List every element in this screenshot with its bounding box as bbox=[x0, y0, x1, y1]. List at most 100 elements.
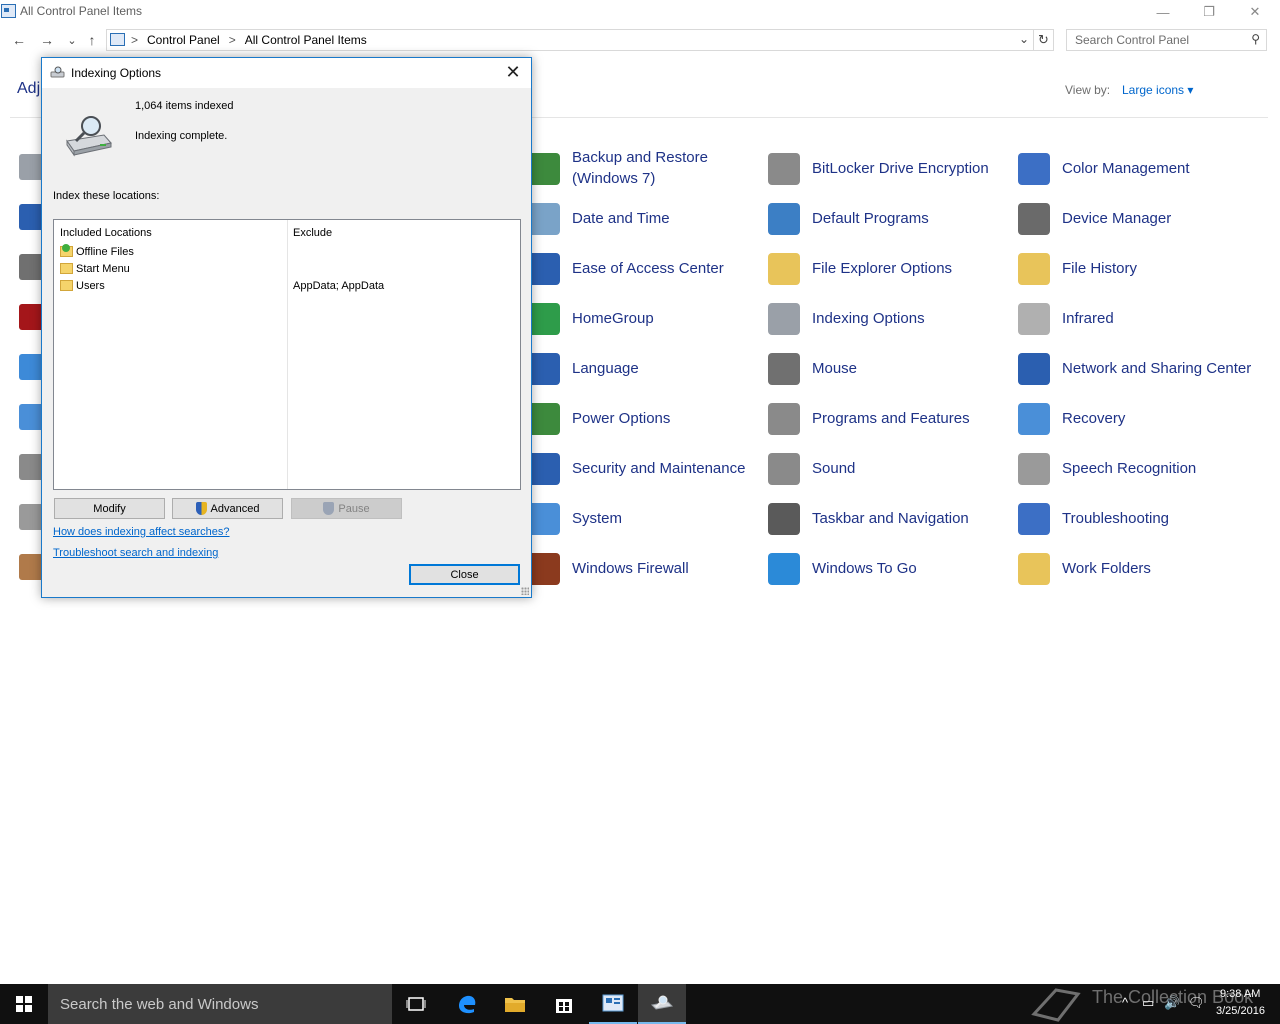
store-taskbar-button[interactable] bbox=[540, 984, 588, 1024]
indexing-options-taskbar-button[interactable] bbox=[638, 984, 686, 1024]
cp-item-power-options[interactable]: Power Options bbox=[528, 395, 768, 441]
action-center-icon[interactable]: 🗨 bbox=[1188, 995, 1205, 1011]
homegroup-icon bbox=[528, 303, 560, 335]
refresh-button[interactable]: ↻ bbox=[1034, 29, 1054, 51]
folder-icon bbox=[60, 280, 73, 291]
location-name: Users bbox=[76, 280, 105, 292]
restore-button[interactable]: ❐ bbox=[1186, 0, 1232, 24]
indexing-options-icon bbox=[50, 66, 65, 78]
clock-time[interactable]: 9:38 AM bbox=[1220, 988, 1260, 1000]
control-panel-icon bbox=[1, 4, 16, 18]
view-by-dropdown[interactable]: Large icons ▾ bbox=[1122, 83, 1193, 97]
location-exclude: AppData; AppData bbox=[293, 280, 385, 292]
column-header-included[interactable]: Included Locations bbox=[60, 227, 152, 239]
cp-item-backup-restore[interactable]: Backup and Restore (Windows 7) bbox=[528, 145, 768, 191]
control-panel-taskbar-button[interactable] bbox=[589, 984, 637, 1024]
file-history-icon bbox=[1018, 253, 1050, 285]
how-indexing-affects-link[interactable]: How does indexing affect searches? bbox=[53, 526, 230, 538]
list-item[interactable]: Users AppData; AppData bbox=[60, 278, 520, 295]
cp-item-language[interactable]: Language bbox=[528, 345, 768, 391]
task-view-button[interactable] bbox=[392, 984, 440, 1024]
cp-item-network-sharing[interactable]: Network and Sharing Center bbox=[1018, 345, 1258, 391]
cp-item-taskbar-navigation[interactable]: Taskbar and Navigation bbox=[768, 495, 1008, 541]
indexing-options-dialog: Indexing Options ✕ 1,064 items indexed I… bbox=[41, 57, 532, 598]
network-icon[interactable]: ▭ bbox=[1142, 995, 1154, 1011]
recovery-icon bbox=[1018, 403, 1050, 435]
close-button[interactable]: Close bbox=[409, 564, 520, 585]
cp-item-speech-recognition[interactable]: Speech Recognition bbox=[1018, 445, 1258, 491]
cp-item-bitlocker[interactable]: BitLocker Drive Encryption bbox=[768, 145, 1008, 191]
taskbar-navigation-icon bbox=[768, 503, 800, 535]
cp-item-infrared[interactable]: Infrared bbox=[1018, 295, 1258, 341]
cp-item-security-maintenance[interactable]: Security and Maintenance bbox=[528, 445, 768, 491]
pause-label: Pause bbox=[338, 502, 370, 515]
modify-button[interactable]: Modify bbox=[54, 498, 165, 519]
address-separator[interactable]: > bbox=[229, 32, 236, 48]
forward-button[interactable]: → bbox=[37, 31, 57, 49]
cp-item-color-management[interactable]: Color Management bbox=[1018, 145, 1258, 191]
cp-item-mouse[interactable]: Mouse bbox=[768, 345, 1008, 391]
cp-item-label: HomeGroup bbox=[572, 309, 654, 327]
cp-item-device-manager[interactable]: Device Manager bbox=[1018, 195, 1258, 241]
list-item[interactable]: Start Menu bbox=[60, 261, 520, 278]
address-dropdown-button[interactable]: ⌄ bbox=[1019, 32, 1029, 46]
cp-item-indexing-options[interactable]: Indexing Options bbox=[768, 295, 1008, 341]
cp-item-work-folders[interactable]: Work Folders bbox=[1018, 545, 1258, 591]
cp-item-recovery[interactable]: Recovery bbox=[1018, 395, 1258, 441]
items-indexed-count: 1,064 items indexed bbox=[135, 100, 234, 112]
troubleshoot-link[interactable]: Troubleshoot search and indexing bbox=[53, 547, 218, 559]
address-bar[interactable]: > Control Panel > All Control Panel Item… bbox=[106, 29, 1034, 51]
cp-item-programs-features[interactable]: Programs and Features bbox=[768, 395, 1008, 441]
search-input[interactable]: Search Control Panel ⚲ bbox=[1066, 29, 1267, 51]
search-placeholder: Search Control Panel bbox=[1075, 33, 1190, 47]
file-explorer-taskbar-button[interactable] bbox=[491, 984, 539, 1024]
advanced-button[interactable]: Advanced bbox=[172, 498, 283, 519]
cp-item-windows-to-go[interactable]: Windows To Go bbox=[768, 545, 1008, 591]
pause-button[interactable]: Pause bbox=[291, 498, 402, 519]
taskbar-search-box[interactable]: Search the web and Windows bbox=[48, 984, 392, 1024]
minimize-button[interactable]: — bbox=[1140, 0, 1186, 24]
cp-item-sound[interactable]: Sound bbox=[768, 445, 1008, 491]
volume-icon[interactable]: 🔊 bbox=[1164, 995, 1180, 1011]
cp-item-homegroup[interactable]: HomeGroup bbox=[528, 295, 768, 341]
search-icon[interactable]: ⚲ bbox=[1251, 32, 1260, 46]
start-button[interactable] bbox=[0, 984, 48, 1024]
advanced-label: Advanced bbox=[210, 502, 260, 515]
column-header-exclude[interactable]: Exclude bbox=[293, 227, 332, 239]
backup-restore-icon bbox=[528, 153, 560, 185]
cp-item-label: Security and Maintenance bbox=[572, 459, 746, 477]
cp-item-date-time[interactable]: Date and Time bbox=[528, 195, 768, 241]
dialog-titlebar[interactable]: Indexing Options ✕ bbox=[42, 58, 531, 88]
cp-item-troubleshooting[interactable]: Troubleshooting bbox=[1018, 495, 1258, 541]
cp-item-default-programs[interactable]: Default Programs bbox=[768, 195, 1008, 241]
cp-item-system[interactable]: System bbox=[528, 495, 768, 541]
edge-taskbar-button[interactable] bbox=[443, 984, 491, 1024]
ease-of-access-icon bbox=[528, 253, 560, 285]
show-hidden-icons-button[interactable]: ^ bbox=[1122, 995, 1128, 1010]
resize-grip[interactable] bbox=[521, 587, 529, 595]
cp-item-windows-firewall[interactable]: Windows Firewall bbox=[528, 545, 768, 591]
locations-list[interactable]: Included Locations Exclude Offline Files… bbox=[53, 219, 521, 490]
file-explorer-options-icon bbox=[768, 253, 800, 285]
mouse-icon bbox=[768, 353, 800, 385]
device-manager-icon bbox=[1018, 203, 1050, 235]
cp-item-ease-of-access[interactable]: Ease of Access Center bbox=[528, 245, 768, 291]
cp-item-label: File History bbox=[1062, 259, 1138, 277]
indexing-options-icon bbox=[650, 995, 674, 1010]
explorer-titlebar: All Control Panel Items — ❐ ✕ bbox=[0, 0, 1280, 24]
dialog-close-icon[interactable]: ✕ bbox=[503, 63, 523, 83]
speech-recognition-icon bbox=[1018, 453, 1050, 485]
breadcrumb-all-items[interactable]: All Control Panel Items bbox=[245, 32, 367, 48]
breadcrumb-control-panel[interactable]: Control Panel bbox=[147, 32, 220, 48]
list-item[interactable]: Offline Files bbox=[60, 244, 520, 261]
close-window-button[interactable]: ✕ bbox=[1232, 0, 1278, 24]
cp-item-label: Date and Time bbox=[572, 209, 670, 227]
cp-item-file-explorer-options[interactable]: File Explorer Options bbox=[768, 245, 1008, 291]
clock-date[interactable]: 3/25/2016 bbox=[1216, 1005, 1265, 1017]
back-button[interactable]: ← bbox=[9, 31, 29, 49]
address-separator[interactable]: > bbox=[131, 32, 138, 48]
recent-locations-button[interactable]: ⌄ bbox=[62, 31, 82, 49]
date-time-icon bbox=[528, 203, 560, 235]
cp-item-file-history[interactable]: File History bbox=[1018, 245, 1258, 291]
up-button[interactable]: ↑ bbox=[82, 31, 102, 49]
